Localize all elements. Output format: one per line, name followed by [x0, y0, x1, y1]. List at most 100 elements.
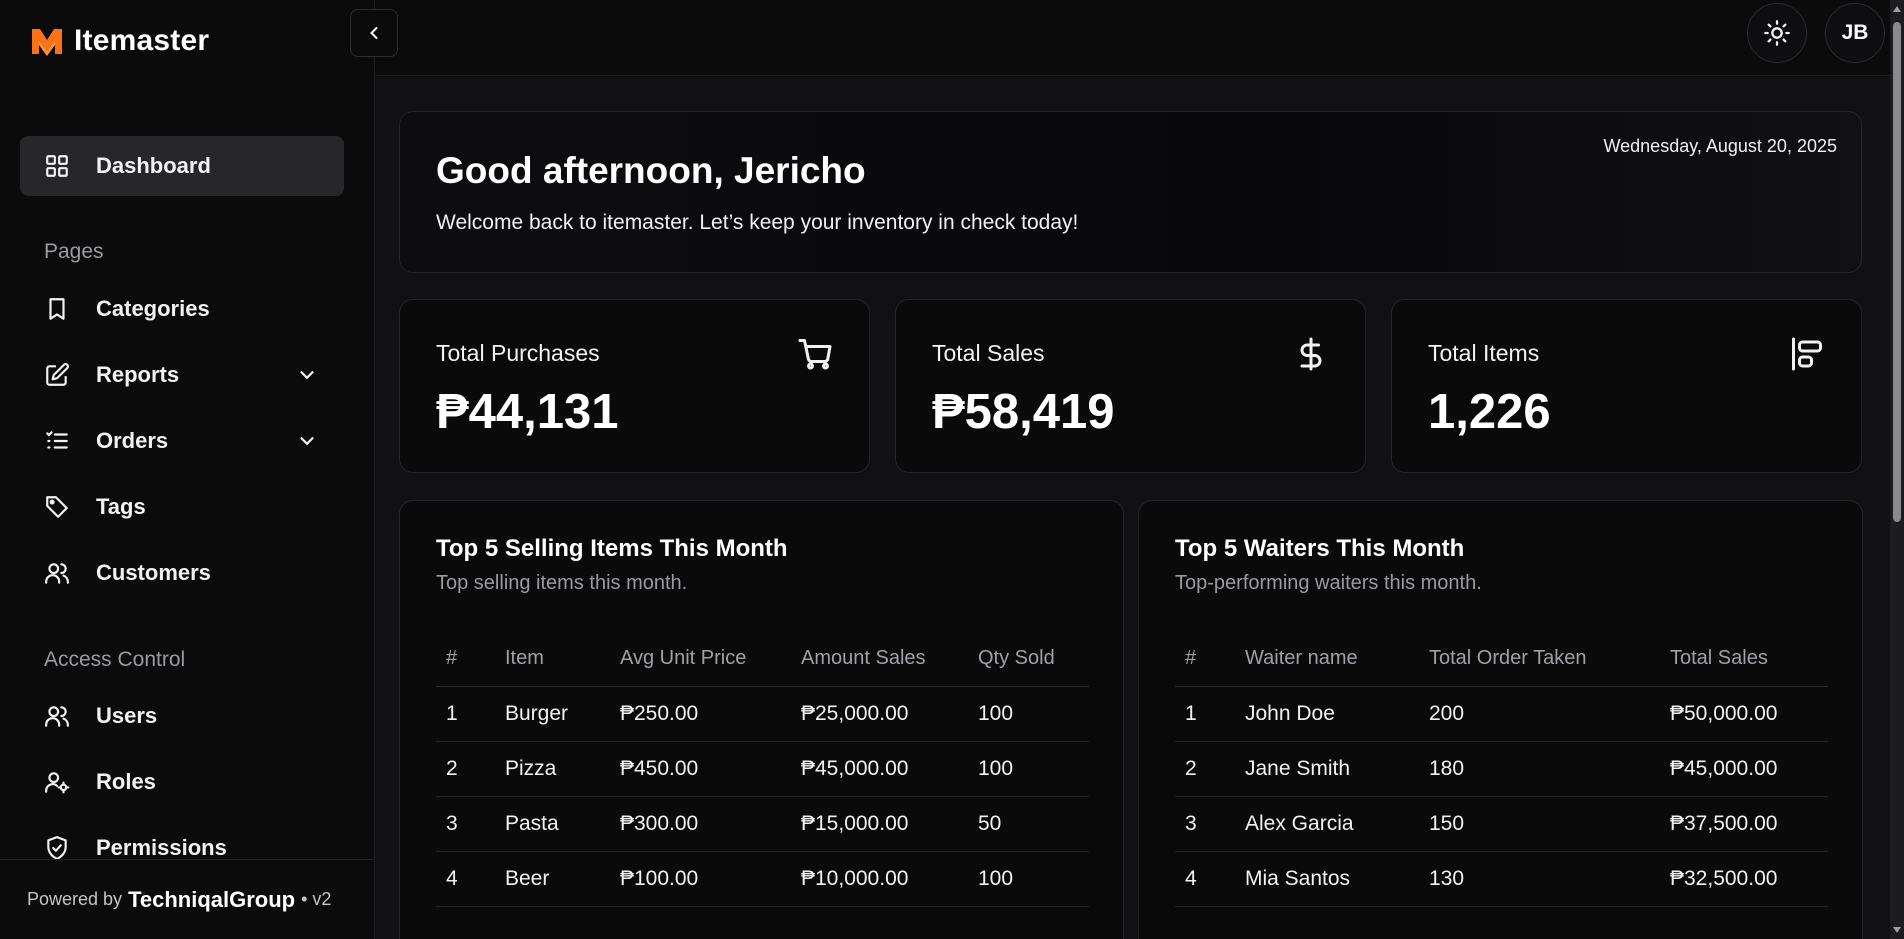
- cell-sales: ₱45,000.00: [1660, 741, 1828, 797]
- cell-amount: ₱45,000.00: [791, 741, 968, 797]
- cell-rank: 4: [436, 851, 495, 907]
- section-label-access-control: Access Control: [44, 648, 186, 671]
- cell-orders: 200: [1419, 686, 1660, 742]
- current-date: Wednesday, August 20, 2025: [1603, 136, 1837, 156]
- stat-value: ₱58,419: [932, 385, 1115, 439]
- stat-label: Total Items: [1428, 340, 1540, 366]
- version-label: • v2: [301, 889, 332, 909]
- brand-logo-icon: [32, 29, 62, 56]
- column-header: Total Sales: [1660, 631, 1828, 687]
- chevron-down-icon[interactable]: [296, 364, 318, 386]
- column-header: Qty Sold: [968, 631, 1089, 687]
- table-row[interactable]: 2 Pizza ₱450.00 ₱45,000.00 100: [436, 741, 1089, 797]
- column-header: #: [436, 631, 495, 687]
- cell-item: Burger: [495, 686, 610, 742]
- cell-amount: ₱25,000.00: [791, 686, 968, 742]
- cell-avg-price: ₱100.00: [610, 851, 791, 907]
- column-header: Total Order Taken: [1419, 631, 1660, 687]
- sidebar-item-customers[interactable]: Customers: [20, 543, 344, 603]
- table-header-row: # Waiter name Total Order Taken Total Sa…: [1175, 631, 1828, 687]
- table-row[interactable]: 3 Alex Garcia 150 ₱37,500.00: [1175, 796, 1828, 852]
- welcome-subtitle: Welcome back to itemaster. Let’s keep yo…: [436, 211, 1079, 234]
- sidebar-item-label: Dashboard: [96, 153, 211, 178]
- dollar-icon: [1293, 336, 1329, 372]
- cell-sales: ₱50,000.00: [1660, 686, 1828, 742]
- sidebar-item-categories[interactable]: Categories: [20, 279, 344, 339]
- page-scrollbar[interactable]: [1890, 0, 1904, 939]
- sidebar-item-label: Tags: [96, 494, 146, 519]
- stat-card-total-items: Total Items 1,226: [1391, 299, 1862, 473]
- sidebar: Itemaster Dashboard Pages Categories Rep…: [0, 0, 375, 939]
- card-subtitle: Top-performing waiters this month.: [1175, 572, 1482, 594]
- sidebar-item-users[interactable]: Users: [20, 686, 344, 746]
- cell-amount: ₱15,000.00: [791, 796, 968, 852]
- card-title: Top 5 Waiters This Month: [1175, 535, 1465, 562]
- sidebar-item-label: Reports: [96, 362, 180, 387]
- column-header: Avg Unit Price: [610, 631, 791, 687]
- column-header: Amount Sales: [791, 631, 968, 687]
- users-icon: [44, 703, 70, 729]
- table-row[interactable]: 1 Burger ₱250.00 ₱25,000.00 100: [436, 686, 1089, 742]
- stat-card-total-purchases: Total Purchases ₱44,131: [399, 299, 870, 473]
- table-row[interactable]: 3 Pasta ₱300.00 ₱15,000.00 50: [436, 796, 1089, 852]
- scroll-down-arrow[interactable]: [1893, 927, 1901, 933]
- welcome-card: Good afternoon, Jericho Welcome back to …: [399, 111, 1862, 273]
- cell-waiter-name: John Doe: [1235, 686, 1419, 742]
- app-root: Itemaster Dashboard Pages Categories Rep…: [0, 0, 1904, 939]
- sidebar-item-orders[interactable]: Orders: [20, 411, 344, 471]
- cell-qty: 100: [968, 851, 1089, 907]
- cell-item: Pizza: [495, 741, 610, 797]
- cell-waiter-name: Jane Smith: [1235, 741, 1419, 797]
- scroll-up-arrow[interactable]: [1893, 6, 1901, 12]
- topbar: JB: [350, 0, 1890, 76]
- cell-orders: 150: [1419, 796, 1660, 852]
- stat-value: 1,226: [1428, 385, 1551, 439]
- cell-amount: ₱10,000.00: [791, 851, 968, 907]
- cell-rank: 3: [436, 796, 495, 852]
- cell-qty: 100: [968, 741, 1089, 797]
- align-start-icon: [1789, 336, 1825, 372]
- cart-icon: [797, 336, 833, 372]
- users-icon: [44, 560, 70, 586]
- column-header: Waiter name: [1235, 631, 1419, 687]
- cell-rank: 1: [1175, 686, 1235, 742]
- sidebar-item-label: Permissions: [96, 835, 227, 860]
- table-row[interactable]: 2 Jane Smith 180 ₱45,000.00: [1175, 741, 1828, 797]
- sidebar-item-roles[interactable]: Roles: [20, 752, 344, 812]
- cell-rank: 2: [1175, 741, 1235, 797]
- top-items-table: # Item Avg Unit Price Amount Sales Qty S…: [436, 631, 1089, 907]
- top-selling-items-card: Top 5 Selling Items This Month Top selli…: [399, 500, 1124, 939]
- sidebar-item-dashboard[interactable]: Dashboard: [20, 136, 344, 196]
- cell-rank: 3: [1175, 796, 1235, 852]
- user-avatar[interactable]: JB: [1825, 3, 1885, 63]
- chevron-down-icon[interactable]: [296, 430, 318, 452]
- company-name[interactable]: TechniqalGroup: [128, 887, 295, 913]
- greeting: Good afternoon, Jericho: [436, 150, 866, 191]
- sidebar-item-reports[interactable]: Reports: [20, 345, 344, 405]
- cell-rank: 2: [436, 741, 495, 797]
- cell-sales: ₱32,500.00: [1660, 851, 1828, 907]
- cell-waiter-name: Mia Santos: [1235, 851, 1419, 907]
- sidebar-item-label: Roles: [96, 769, 156, 794]
- cell-avg-price: ₱300.00: [610, 796, 791, 852]
- sidebar-footer: Powered by TechniqalGroup • v2: [0, 859, 374, 939]
- chevron-left-icon: [370, 26, 378, 40]
- collapse-sidebar-button[interactable]: [350, 9, 398, 57]
- column-header: #: [1175, 631, 1235, 687]
- sidebar-item-tags[interactable]: Tags: [20, 477, 344, 537]
- table-row[interactable]: 1 John Doe 200 ₱50,000.00: [1175, 686, 1828, 742]
- sidebar-item-label: Users: [96, 703, 158, 728]
- table-row[interactable]: 4 Beer ₱100.00 ₱10,000.00 100: [436, 851, 1089, 907]
- theme-toggle-button[interactable]: [1747, 3, 1807, 63]
- brand[interactable]: Itemaster: [30, 24, 209, 58]
- cell-item: Beer: [495, 851, 610, 907]
- scrollbar-thumb[interactable]: [1893, 22, 1901, 522]
- powered-by-label: Powered by: [27, 889, 123, 909]
- stat-label: Total Purchases: [436, 340, 600, 366]
- stat-value: ₱44,131: [436, 385, 619, 439]
- brand-name: Itemaster: [74, 24, 210, 57]
- card-title: Top 5 Selling Items This Month: [436, 535, 788, 562]
- grid-icon: [44, 153, 70, 179]
- cell-orders: 180: [1419, 741, 1660, 797]
- table-row[interactable]: 4 Mia Santos 130 ₱32,500.00: [1175, 851, 1828, 907]
